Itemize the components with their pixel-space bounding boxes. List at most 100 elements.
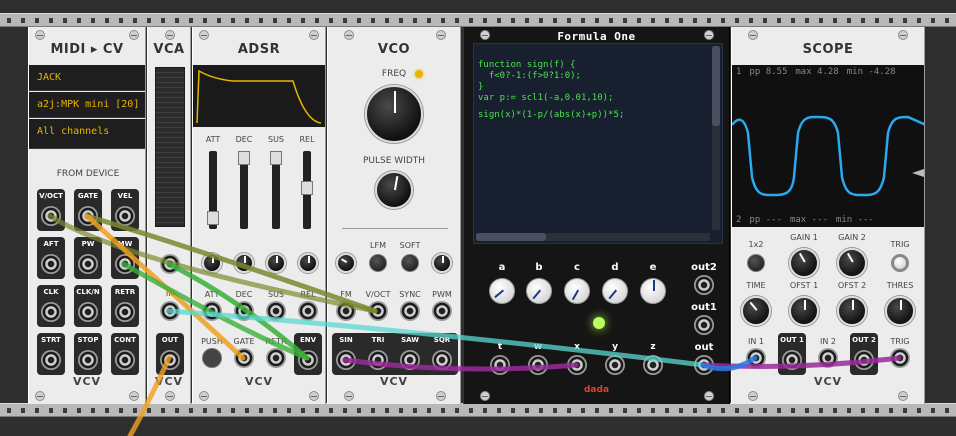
xy-mode-button[interactable] bbox=[747, 254, 765, 272]
fm-attenuator-knob[interactable] bbox=[336, 253, 356, 273]
lfm-switch[interactable] bbox=[369, 254, 387, 272]
fm-input-jack[interactable] bbox=[336, 301, 356, 321]
code-line: f<0?-1:(f>0?1:0); bbox=[478, 71, 581, 81]
pw-output-jack[interactable] bbox=[78, 254, 98, 274]
clkn-output-jack[interactable] bbox=[78, 302, 98, 322]
time-knob[interactable] bbox=[741, 296, 771, 326]
y-input-jack[interactable] bbox=[605, 355, 625, 375]
retrig-input-jack[interactable] bbox=[266, 348, 286, 368]
brand-logo: dada bbox=[583, 385, 610, 395]
sync-input-jack[interactable] bbox=[400, 301, 420, 321]
trig-button[interactable] bbox=[891, 254, 909, 272]
module-title: VCO bbox=[377, 42, 411, 57]
sin-output-jack[interactable] bbox=[336, 350, 356, 370]
out-jack[interactable] bbox=[694, 355, 714, 375]
sustain-slider[interactable] bbox=[270, 151, 282, 229]
gain-1-knob[interactable] bbox=[789, 248, 819, 278]
voct-input-jack[interactable] bbox=[368, 301, 388, 321]
midi-driver-select[interactable]: JACK bbox=[29, 65, 145, 91]
gain-2-knob[interactable] bbox=[837, 248, 867, 278]
rack-rail-top bbox=[0, 13, 956, 27]
retr-output-jack[interactable] bbox=[115, 302, 135, 322]
gate-input-jack[interactable] bbox=[234, 348, 254, 368]
slider-label: REL bbox=[299, 135, 315, 144]
out1-label: out1 bbox=[691, 302, 717, 313]
decay-slider[interactable] bbox=[238, 151, 250, 229]
screw-icon bbox=[309, 391, 319, 401]
out-2-jack[interactable] bbox=[854, 350, 874, 370]
offset-2-knob[interactable] bbox=[837, 296, 867, 326]
input-label: DEC bbox=[235, 290, 253, 299]
tri-output-jack[interactable] bbox=[368, 350, 388, 370]
screw-icon bbox=[344, 391, 354, 401]
freq-label: FREQ bbox=[381, 69, 407, 79]
in-2-jack[interactable] bbox=[818, 348, 838, 368]
push-button[interactable] bbox=[202, 348, 222, 368]
attack-input-jack[interactable] bbox=[202, 301, 222, 321]
offset-1-knob[interactable] bbox=[789, 296, 819, 326]
gate-output-jack[interactable] bbox=[78, 206, 98, 226]
horizontal-scrollbar[interactable] bbox=[476, 233, 710, 241]
control-label: THRES bbox=[886, 281, 914, 290]
saw-output-jack[interactable] bbox=[400, 350, 420, 370]
attack-slider[interactable] bbox=[207, 151, 219, 229]
decay-input-jack[interactable] bbox=[234, 301, 254, 321]
vel-output-jack[interactable] bbox=[115, 206, 135, 226]
release-slider[interactable] bbox=[301, 151, 313, 229]
mw-output-jack[interactable] bbox=[115, 254, 135, 274]
out-1-jack[interactable] bbox=[782, 350, 802, 370]
trig-input-jack[interactable] bbox=[890, 348, 910, 368]
param-e-knob[interactable] bbox=[640, 278, 666, 304]
stop-output-jack[interactable] bbox=[78, 350, 98, 370]
clk-output-jack[interactable] bbox=[41, 302, 61, 322]
vca-output-jack[interactable] bbox=[160, 350, 180, 370]
out1-jack[interactable] bbox=[694, 315, 714, 335]
brand-logo: VCV bbox=[154, 375, 184, 388]
param-c-knob[interactable] bbox=[564, 278, 590, 304]
param-d-knob[interactable] bbox=[602, 278, 628, 304]
t-input-jack[interactable] bbox=[490, 355, 510, 375]
pwm-input-jack[interactable] bbox=[432, 301, 452, 321]
vertical-scrollbar[interactable] bbox=[712, 46, 720, 230]
voct-output-jack[interactable] bbox=[41, 206, 61, 226]
cv-input-jack[interactable] bbox=[160, 254, 180, 274]
out2-label: out2 bbox=[691, 262, 717, 273]
out2-jack[interactable] bbox=[694, 275, 714, 295]
freq-led bbox=[415, 70, 423, 78]
pulse-width-knob[interactable] bbox=[375, 171, 413, 209]
attack-cv-knob[interactable] bbox=[202, 253, 222, 273]
out-label: out bbox=[694, 342, 714, 353]
soft-switch[interactable] bbox=[401, 254, 419, 272]
control-label: TRIG bbox=[890, 240, 910, 249]
sustain-input-jack[interactable] bbox=[266, 301, 286, 321]
decay-cv-knob[interactable] bbox=[234, 253, 254, 273]
w-input-jack[interactable] bbox=[528, 355, 548, 375]
z-input-jack[interactable] bbox=[643, 355, 663, 375]
param-b-knob[interactable] bbox=[526, 278, 552, 304]
x-input-jack[interactable] bbox=[567, 355, 587, 375]
in-1-jack[interactable] bbox=[746, 348, 766, 368]
threshold-knob[interactable] bbox=[885, 296, 915, 326]
screw-icon bbox=[35, 391, 45, 401]
pwm-attenuator-knob[interactable] bbox=[432, 253, 452, 273]
sqr-output-jack[interactable] bbox=[432, 350, 452, 370]
sustain-cv-knob[interactable] bbox=[266, 253, 286, 273]
start-output-jack[interactable] bbox=[41, 350, 61, 370]
code-editor[interactable]: function sign(f) { f<0?-1:(f>0?1:0); } v… bbox=[473, 43, 723, 244]
screw-icon bbox=[129, 30, 139, 40]
status-led bbox=[593, 317, 605, 329]
freq-knob[interactable] bbox=[365, 85, 423, 143]
aft-output-jack[interactable] bbox=[41, 254, 61, 274]
midi-channel-select[interactable]: All channels bbox=[29, 119, 145, 149]
release-cv-knob[interactable] bbox=[298, 253, 318, 273]
port-label: y bbox=[612, 342, 618, 352]
module-title: MIDI ▸ CV bbox=[50, 42, 124, 57]
envelope-curve bbox=[196, 69, 322, 124]
cont-output-jack[interactable] bbox=[115, 350, 135, 370]
midi-device-select[interactable]: a2j:MPK mini [20] ( bbox=[29, 92, 145, 118]
vca-input-jack[interactable] bbox=[160, 301, 180, 321]
release-input-jack[interactable] bbox=[298, 301, 318, 321]
env-output-jack[interactable] bbox=[298, 350, 318, 370]
param-a-knob[interactable] bbox=[489, 278, 515, 304]
scope-module: SCOPE 1 pp 8.55 max 4.28 min -4.28 2 pp … bbox=[731, 27, 925, 404]
